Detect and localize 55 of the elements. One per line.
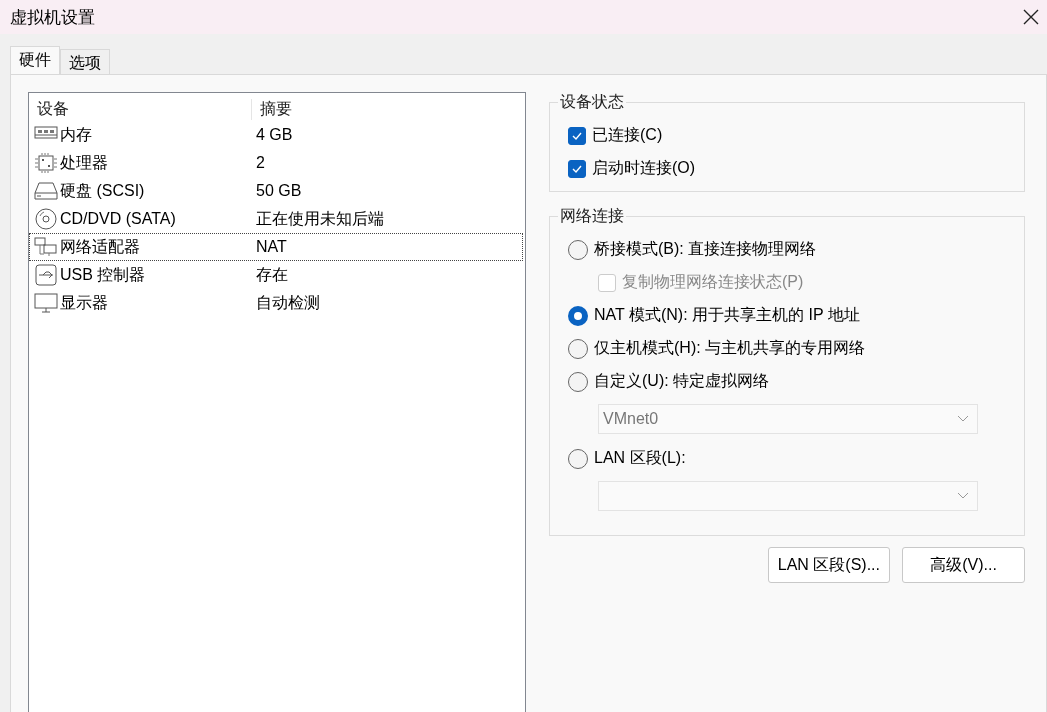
- device-name: 处理器: [60, 152, 109, 173]
- radio-button[interactable]: [568, 448, 588, 469]
- device-name: 硬盘 (SCSI): [60, 180, 146, 201]
- device-row[interactable]: CD/DVD (SATA) 正在使用未知后端: [29, 205, 523, 233]
- radio-label: 桥接模式(B): 直接连接物理网络: [594, 239, 817, 259]
- device-summary: 存在: [256, 264, 288, 285]
- checkbox-label: 复制物理网络连接状态(P): [622, 272, 804, 292]
- device-name: CD/DVD (SATA): [60, 210, 177, 228]
- checkmark-icon: [571, 163, 583, 174]
- device-row[interactable]: 硬盘 (SCSI) 50 GB: [29, 177, 523, 205]
- device-row[interactable]: 处理器 2: [29, 149, 523, 177]
- radio-label: 自定义(U): 特定虚拟网络: [594, 371, 770, 391]
- device-summary: 自动检测: [256, 292, 320, 313]
- processor-icon: [34, 152, 58, 174]
- device-row[interactable]: 显示器 自动检测: [29, 289, 523, 317]
- radio-label: NAT 模式(N): 用于共享主机的 IP 地址: [594, 305, 860, 325]
- checkbox-label: 启动时连接(O): [592, 158, 696, 178]
- device-name: 内存: [60, 124, 93, 145]
- device-name: 网络适配器: [60, 236, 141, 257]
- group-title: 网络连接: [559, 206, 625, 226]
- network-icon: [34, 236, 58, 258]
- disc-icon: [34, 208, 58, 230]
- checkbox[interactable]: [568, 159, 586, 178]
- tab[interactable]: 选项: [60, 49, 110, 74]
- dialog-button[interactable]: LAN 区段(S)...: [767, 547, 890, 583]
- checkbox[interactable]: [568, 126, 586, 145]
- checkbox-label: 已连接(C): [592, 125, 663, 145]
- device-summary: 2: [256, 154, 265, 172]
- radio-button[interactable]: [568, 338, 588, 359]
- device-row[interactable]: USB 控制器 存在: [29, 261, 523, 289]
- radio-label: LAN 区段(L):: [594, 448, 686, 468]
- close-icon[interactable]: [1021, 7, 1041, 27]
- dialog-button[interactable]: 高级(V)...: [902, 547, 1025, 583]
- column-header[interactable]: 摘要: [252, 98, 520, 120]
- device-name: USB 控制器: [60, 264, 147, 285]
- device-summary: NAT: [256, 238, 287, 256]
- device-name: 显示器: [60, 292, 109, 313]
- device-row[interactable]: 内存 4 GB: [29, 121, 523, 149]
- display-icon: [34, 292, 58, 314]
- checkmark-icon: [571, 130, 583, 141]
- tab[interactable]: 硬件: [10, 46, 60, 74]
- device-summary: 50 GB: [256, 182, 302, 200]
- chevron-icon: [957, 415, 969, 423]
- window-title: 虚拟机设置: [10, 6, 95, 29]
- device-summary: 4 GB: [256, 126, 293, 144]
- usb-icon: [34, 264, 58, 286]
- radio-button[interactable]: [568, 305, 588, 326]
- radio-button[interactable]: [568, 371, 588, 392]
- device-row[interactable]: 网络适配器 NAT: [29, 233, 523, 261]
- radio-button[interactable]: [568, 239, 588, 260]
- chevron-icon: [957, 492, 969, 500]
- radio-label: 仅主机模式(H): 与主机共享的专用网络: [594, 338, 866, 358]
- column-header[interactable]: 设备: [29, 98, 252, 120]
- group-title: 设备状态: [559, 92, 625, 112]
- device-summary: 正在使用未知后端: [256, 208, 384, 229]
